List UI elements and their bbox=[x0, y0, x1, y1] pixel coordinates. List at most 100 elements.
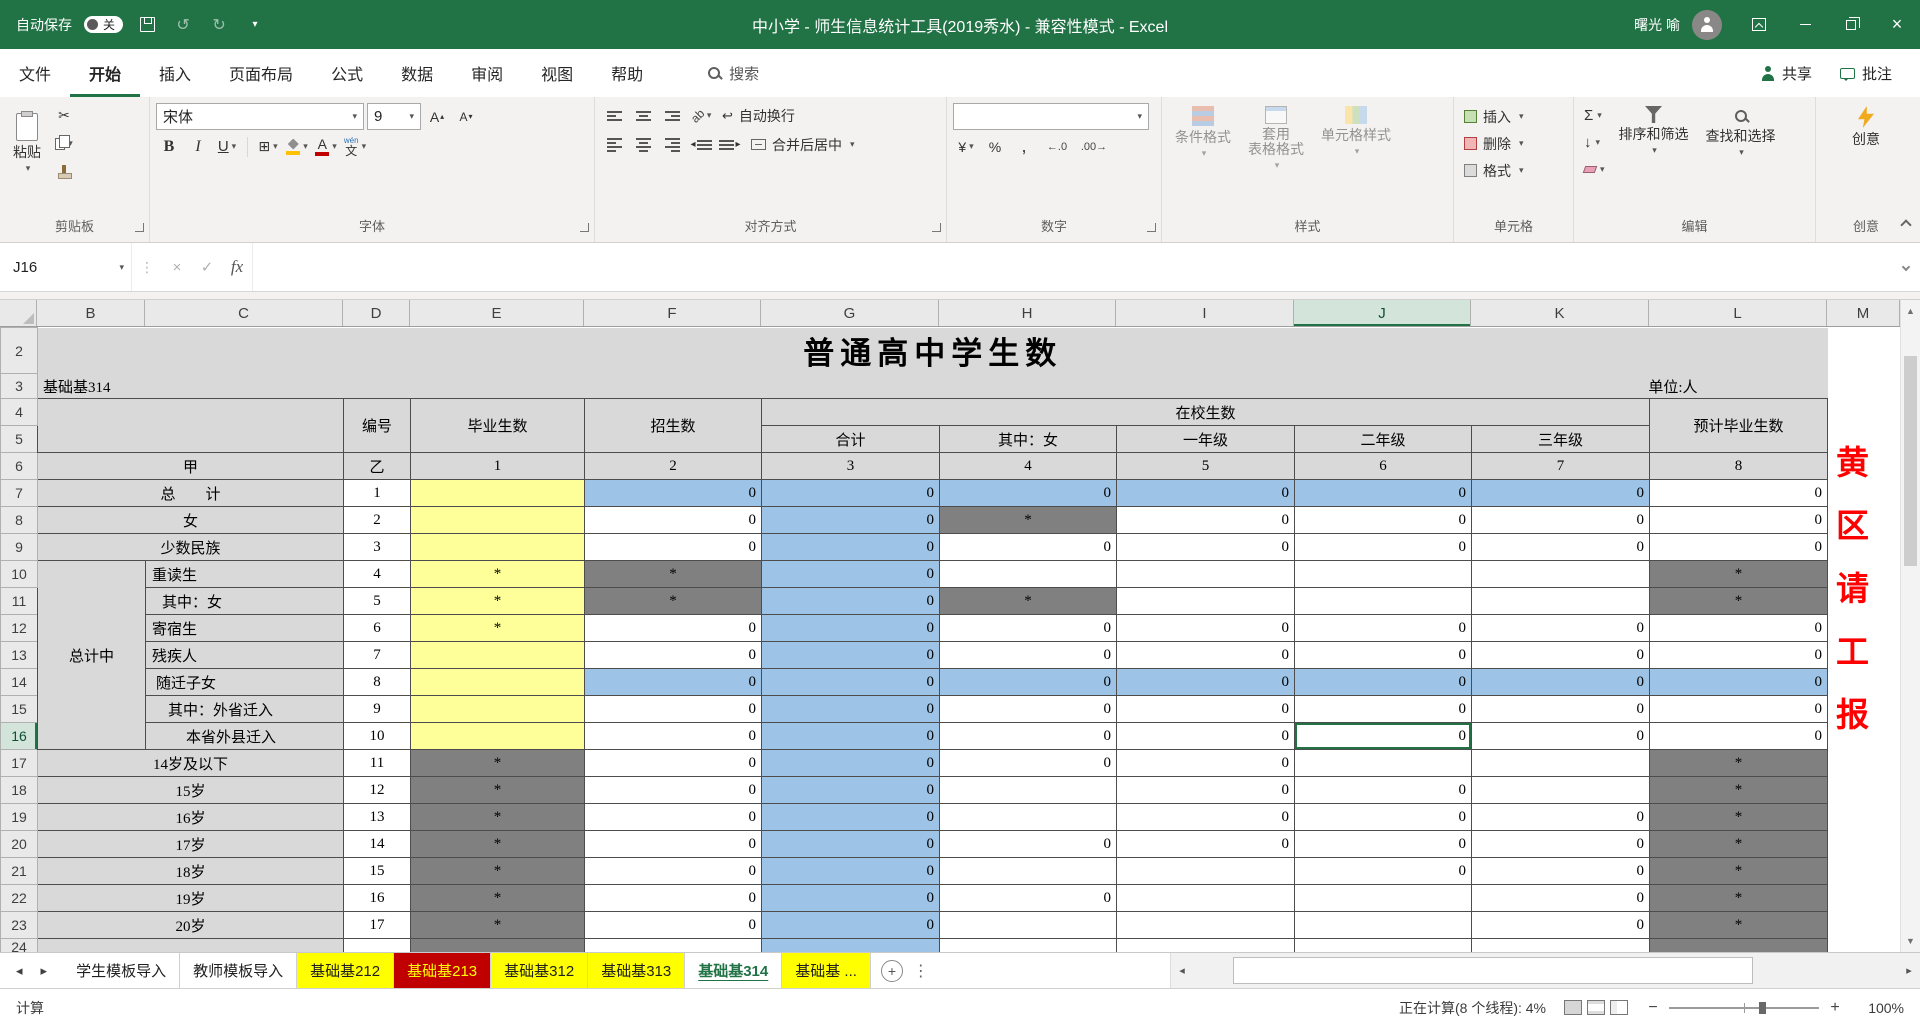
row-header-7[interactable]: 7 bbox=[1, 480, 38, 507]
cell-M24[interactable] bbox=[1828, 939, 1901, 953]
paste-button[interactable]: 粘贴 ▾ bbox=[6, 110, 48, 177]
row-label-14[interactable]: 随迁子女 bbox=[146, 669, 344, 696]
row-label-19[interactable]: 16岁 bbox=[38, 804, 344, 831]
align-bottom-button[interactable] bbox=[659, 103, 685, 128]
cell-M4[interactable] bbox=[1828, 399, 1901, 426]
row-label-15[interactable]: 其中：外省迁入 bbox=[146, 696, 344, 723]
cell-G16[interactable]: 0 bbox=[762, 723, 940, 750]
format-painter-button[interactable] bbox=[51, 159, 77, 184]
row-header-8[interactable]: 8 bbox=[1, 507, 38, 534]
header-no[interactable]: 编号 bbox=[344, 399, 411, 453]
cell-J22[interactable] bbox=[1295, 885, 1472, 912]
close-button[interactable]: × bbox=[1874, 0, 1920, 49]
cell-styles-button[interactable]: 单元格样式 ▾ bbox=[1314, 103, 1398, 160]
ribbon-tab-数据[interactable]: 数据 bbox=[382, 49, 452, 97]
customize-qat-button[interactable]: ▾ bbox=[243, 11, 267, 39]
header-graduates[interactable]: 毕业生数 bbox=[411, 399, 585, 453]
code-cell-22[interactable]: 16 bbox=[344, 885, 411, 912]
column-header-G[interactable]: G bbox=[761, 300, 939, 326]
cell-E8[interactable] bbox=[411, 507, 585, 534]
row-header-19[interactable]: 19 bbox=[1, 804, 38, 831]
sheet-tab-基础基213[interactable]: 基础基213 bbox=[394, 953, 491, 988]
accounting-format-button[interactable]: ¥▾ bbox=[953, 134, 979, 159]
scroll-up-button[interactable]: ▲ bbox=[1901, 300, 1920, 322]
cell-J16[interactable]: 0 bbox=[1295, 723, 1472, 750]
cell-K21[interactable]: 0 bbox=[1472, 858, 1650, 885]
header-sub-1[interactable]: 其中：女 bbox=[940, 426, 1117, 453]
column-header-H[interactable]: H bbox=[939, 300, 1116, 326]
comments-button[interactable]: 批注 bbox=[1840, 63, 1892, 84]
cell-M21[interactable] bbox=[1828, 858, 1901, 885]
cell-K18[interactable] bbox=[1472, 777, 1650, 804]
cell-F8[interactable]: 0 bbox=[585, 507, 762, 534]
cell-G20[interactable]: 0 bbox=[762, 831, 940, 858]
percent-style-button[interactable]: % bbox=[982, 134, 1008, 159]
cell-G11[interactable]: 0 bbox=[762, 588, 940, 615]
cell-K20[interactable]: 0 bbox=[1472, 831, 1650, 858]
sheet-tab-教师模板导入[interactable]: 教师模板导入 bbox=[180, 953, 297, 988]
vertical-scroll-track[interactable] bbox=[1901, 322, 1920, 930]
cell-J21[interactable]: 0 bbox=[1295, 858, 1472, 885]
cell-F14[interactable]: 0 bbox=[585, 669, 762, 696]
cell-F21[interactable]: 0 bbox=[585, 858, 762, 885]
cell-J12[interactable]: 0 bbox=[1295, 615, 1472, 642]
cell-I10[interactable] bbox=[1117, 561, 1295, 588]
cell-K17[interactable] bbox=[1472, 750, 1650, 777]
column-header-F[interactable]: F bbox=[584, 300, 761, 326]
row-header-15[interactable]: 15 bbox=[1, 696, 38, 723]
cell-H9[interactable]: 0 bbox=[940, 534, 1117, 561]
cell-F24[interactable] bbox=[585, 939, 762, 953]
ribbon-display-options-button[interactable] bbox=[1736, 0, 1782, 49]
cell-E7[interactable] bbox=[411, 480, 585, 507]
cell-H20[interactable]: 0 bbox=[940, 831, 1117, 858]
cell-H10[interactable] bbox=[940, 561, 1117, 588]
cell-L23[interactable]: * bbox=[1650, 912, 1828, 939]
scroll-down-button[interactable]: ▼ bbox=[1901, 930, 1920, 952]
cell-L19[interactable]: * bbox=[1650, 804, 1828, 831]
zoom-level[interactable]: 100% bbox=[1860, 1000, 1904, 1016]
row-header-12[interactable]: 12 bbox=[1, 615, 38, 642]
cell-I14[interactable]: 0 bbox=[1117, 669, 1295, 696]
row-label-18[interactable]: 15岁 bbox=[38, 777, 344, 804]
cell-L18[interactable]: * bbox=[1650, 777, 1828, 804]
code-cell-9[interactable]: 3 bbox=[344, 534, 411, 561]
clear-button[interactable]: ▾ bbox=[1580, 157, 1609, 181]
cell-I21[interactable] bbox=[1117, 858, 1295, 885]
cell-L24[interactable] bbox=[1650, 939, 1828, 953]
cell-G18[interactable]: 0 bbox=[762, 777, 940, 804]
sort-filter-button[interactable]: 排序和筛选 ▾ bbox=[1612, 103, 1696, 159]
cell-G19[interactable]: 0 bbox=[762, 804, 940, 831]
restore-button[interactable] bbox=[1828, 0, 1874, 49]
row-header-17[interactable]: 17 bbox=[1, 750, 38, 777]
minimize-button[interactable] bbox=[1782, 0, 1828, 49]
cell-K8[interactable]: 0 bbox=[1472, 507, 1650, 534]
cell-J11[interactable] bbox=[1295, 588, 1472, 615]
column-header-K[interactable]: K bbox=[1471, 300, 1649, 326]
comma-style-button[interactable]: , bbox=[1011, 134, 1037, 159]
cell-I13[interactable]: 0 bbox=[1117, 642, 1295, 669]
cell-F20[interactable]: 0 bbox=[585, 831, 762, 858]
sheet-tab-基础基312[interactable]: 基础基312 bbox=[491, 953, 588, 988]
cell-I19[interactable]: 0 bbox=[1117, 804, 1295, 831]
cell-L7[interactable]: 0 bbox=[1650, 480, 1828, 507]
header-enrollment[interactable]: 招生数 bbox=[585, 399, 762, 453]
cell-K23[interactable]: 0 bbox=[1472, 912, 1650, 939]
ribbon-tab-文件[interactable]: 文件 bbox=[0, 49, 70, 97]
row-label-13[interactable]: 残疾人 bbox=[146, 642, 344, 669]
code-cell-17[interactable]: 11 bbox=[344, 750, 411, 777]
cell-E21[interactable]: * bbox=[411, 858, 585, 885]
cell-F13[interactable]: 0 bbox=[585, 642, 762, 669]
decrease-decimal-button[interactable]: .00→ bbox=[1077, 134, 1111, 159]
insert-function-button[interactable]: fx bbox=[222, 243, 252, 291]
cell-H7[interactable]: 0 bbox=[940, 480, 1117, 507]
cell-E15[interactable] bbox=[411, 696, 585, 723]
cell-K24[interactable] bbox=[1472, 939, 1650, 953]
cell-K9[interactable]: 0 bbox=[1472, 534, 1650, 561]
cell-G13[interactable]: 0 bbox=[762, 642, 940, 669]
code-cell-21[interactable]: 15 bbox=[344, 858, 411, 885]
header-code-4[interactable]: 4 bbox=[940, 453, 1117, 480]
zoom-in-button[interactable]: + bbox=[1828, 999, 1842, 1017]
cell-I15[interactable]: 0 bbox=[1117, 696, 1295, 723]
row-label-10[interactable]: 重读生 bbox=[146, 561, 344, 588]
cell-K12[interactable]: 0 bbox=[1472, 615, 1650, 642]
